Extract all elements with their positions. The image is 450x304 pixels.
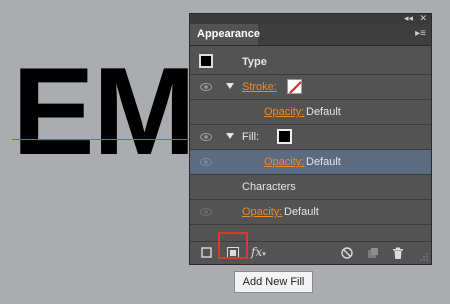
double-chevron-icon[interactable]: ◂◂ xyxy=(404,12,413,24)
opacity-value: Default xyxy=(284,206,319,218)
stroke-label[interactable]: Stroke: xyxy=(242,81,277,94)
row-fill[interactable]: Fill: xyxy=(190,125,431,150)
row-type[interactable]: Type xyxy=(190,50,431,75)
fill-color-swatch-icon[interactable] xyxy=(277,129,292,144)
disclosure-triangle-icon[interactable] xyxy=(226,133,234,139)
tooltip: Add New Fill xyxy=(234,271,313,293)
opacity-label[interactable]: Opacity: xyxy=(264,156,304,169)
appearance-panel: ◂◂ ✕ Appearance ▸≡ Type Stroke: Opacity:… xyxy=(189,13,432,265)
row-characters-opacity[interactable]: Opacity: Default xyxy=(190,200,431,225)
row-type-label: Type xyxy=(242,56,267,68)
opacity-label[interactable]: Opacity: xyxy=(264,106,304,119)
appearance-list: Type Stroke: Opacity: Default Fill: Opac… xyxy=(190,50,431,225)
panel-menu-icon[interactable]: ▸≡ xyxy=(415,29,426,39)
row-stroke[interactable]: Stroke: xyxy=(190,75,431,100)
resize-grip-icon[interactable] xyxy=(420,253,428,261)
duplicate-item-icon[interactable] xyxy=(366,246,380,260)
panel-tab-strip: Appearance ▸≡ xyxy=(190,24,431,46)
close-icon[interactable]: ✕ xyxy=(419,12,427,24)
delete-trash-icon[interactable] xyxy=(391,246,405,260)
opacity-label[interactable]: Opacity: xyxy=(242,206,282,219)
disclosure-triangle-icon[interactable] xyxy=(226,83,234,89)
type-thumbnail-icon xyxy=(199,54,213,68)
tab-appearance[interactable]: Appearance xyxy=(190,24,260,45)
add-effect-button[interactable]: fx▾ xyxy=(251,245,271,259)
chevron-down-icon: ▾ xyxy=(262,250,266,258)
visibility-eye-icon[interactable] xyxy=(200,208,212,216)
panel-title-bar[interactable]: ◂◂ ✕ xyxy=(190,12,431,24)
visibility-eye-icon[interactable] xyxy=(200,83,212,91)
opacity-value: Default xyxy=(306,106,341,118)
fx-label: fx xyxy=(251,245,263,259)
opacity-value: Default xyxy=(306,156,341,168)
row-fill-opacity[interactable]: Opacity: Default xyxy=(190,150,431,175)
clear-appearance-icon[interactable] xyxy=(340,246,354,260)
row-stroke-opacity[interactable]: Opacity: Default xyxy=(190,100,431,125)
characters-label: Characters xyxy=(242,181,296,193)
visibility-eye-icon[interactable] xyxy=(200,158,212,166)
row-characters[interactable]: Characters xyxy=(190,175,431,200)
visibility-eye-icon[interactable] xyxy=(200,133,212,141)
add-new-stroke-icon[interactable] xyxy=(200,246,214,260)
add-new-fill-highlight xyxy=(218,232,248,259)
stroke-none-swatch-icon[interactable] xyxy=(287,79,302,94)
text-baseline xyxy=(12,139,192,140)
fill-label: Fill: xyxy=(242,131,260,143)
